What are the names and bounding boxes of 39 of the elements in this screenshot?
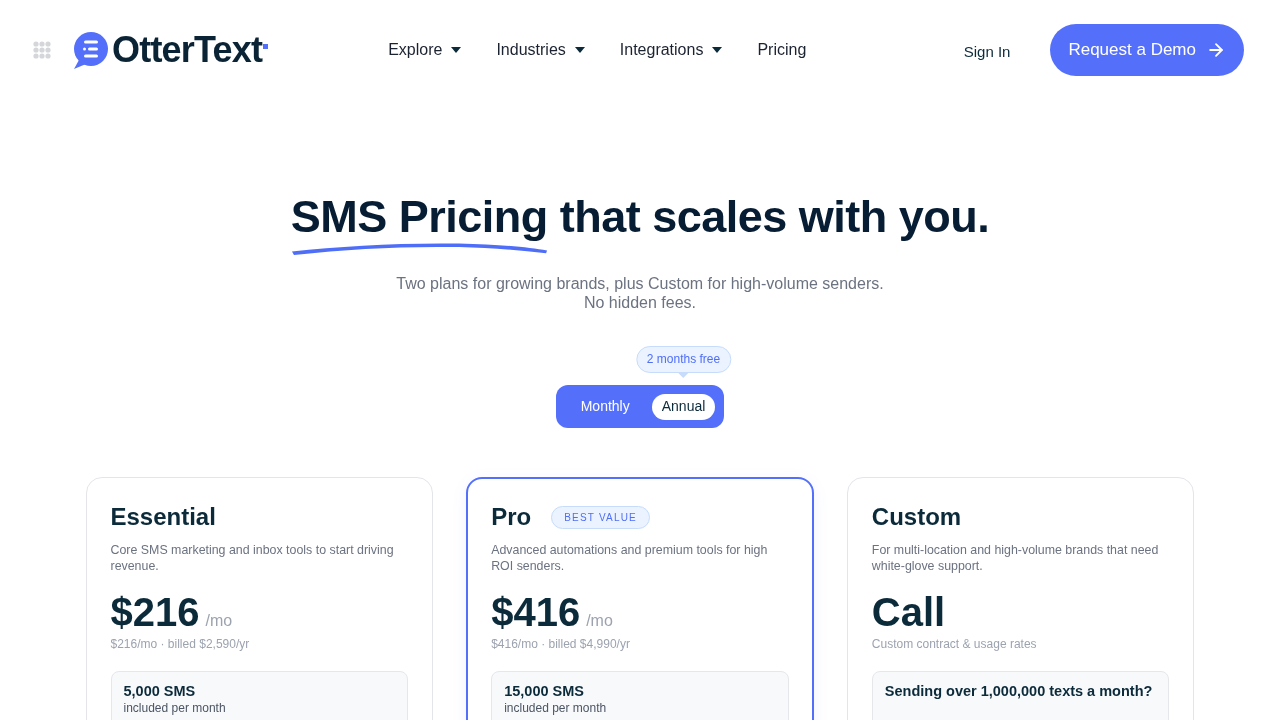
plan-description: For multi-location and high-volume brands that need white-glove support. xyxy=(871,542,1160,574)
billing-option-tab[interactable]: Monthly xyxy=(564,393,646,420)
heading-text: that scales with you. xyxy=(559,195,990,239)
chat-bubble-logo-icon xyxy=(73,31,108,69)
allowance-title: 15,000 SMS xyxy=(504,682,585,700)
nav-menu-item[interactable]: Industries xyxy=(496,38,585,62)
nav-menu-item[interactable]: Integrations xyxy=(619,38,723,62)
billing-option-tab[interactable]: Annual xyxy=(651,393,716,420)
request-demo-button[interactable]: Request a Demo xyxy=(1050,24,1244,76)
brand-name[interactable]: OtterText xyxy=(112,32,263,68)
hero-subtitle: Two plans for growing brands, plus Custom for high-volume senders. No hidden fees. xyxy=(396,274,884,312)
plan-price: $416 xyxy=(491,590,581,634)
nav-menu-item[interactable]: Pricing xyxy=(757,38,807,62)
billing-note: Custom contract & usage rates xyxy=(871,636,1038,652)
price-period: /mo xyxy=(205,611,233,631)
allowance-note: included per month xyxy=(123,701,227,715)
billing-note: $416/mo · billed $4,990/yr xyxy=(491,636,631,652)
callout-pointer-icon xyxy=(677,371,690,378)
plan-name: Custom xyxy=(871,502,962,532)
plan-name: Pro xyxy=(491,502,532,532)
nav-menu-item[interactable]: Explore xyxy=(388,38,462,62)
plan-price: $216 xyxy=(110,590,200,634)
price-period: /mo xyxy=(586,611,613,631)
best-value-badge: BEST VALUE xyxy=(551,505,650,529)
allowance-title: 5,000 SMS xyxy=(123,682,197,700)
sign-in-link[interactable]: Sign In xyxy=(963,40,1011,64)
caret-icon xyxy=(574,47,585,53)
allowance-note: included per month xyxy=(504,701,608,715)
plan-price: Call xyxy=(871,590,946,634)
plan-description: Core SMS marketing and inbox tools to start driving revenue. xyxy=(110,542,395,574)
plan-description: Advanced automations and premium tools for high ROI senders. xyxy=(491,542,769,574)
caret-icon xyxy=(712,47,723,53)
allowance-title: Sending over 1,000,000 texts a month? xyxy=(884,682,1154,700)
caret-icon xyxy=(451,47,462,53)
heading-highlight: SMS Pricing xyxy=(290,195,548,239)
offer-badge: 2 months free xyxy=(635,345,732,373)
billing-note: $216/mo · billed $2,590/yr xyxy=(110,636,251,652)
apps-grid-icon[interactable] xyxy=(33,41,51,59)
plan-name: Essential xyxy=(110,502,216,532)
